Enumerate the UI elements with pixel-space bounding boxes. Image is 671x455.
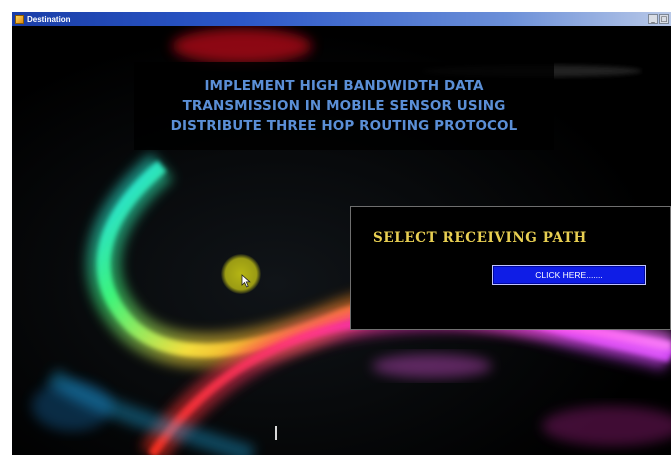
maximize-button[interactable]: □: [659, 14, 669, 24]
destination-window: Destination _ □ IMPLEMENT HIGH BANDWIDTH…: [12, 12, 671, 455]
heading-line-1: IMPLEMENT HIGH BANDWIDTH DATA: [204, 78, 484, 94]
title-bar[interactable]: Destination _ □: [12, 12, 671, 26]
app-heading: IMPLEMENT HIGH BANDWIDTH DATA TRANSMISSI…: [134, 62, 554, 150]
panel-title: SELECT RECEIVING PATH: [373, 230, 587, 246]
mouse-pointer-icon: [241, 274, 251, 288]
heading-line-2: TRANSMISSION IN MOBILE SENSOR USING: [182, 98, 506, 114]
minimize-button[interactable]: _: [648, 14, 658, 24]
text-caret: [275, 426, 277, 440]
receiving-path-panel: SELECT RECEIVING PATH CLICK HERE.......: [350, 206, 671, 330]
window-title: Destination: [27, 14, 71, 24]
client-area: IMPLEMENT HIGH BANDWIDTH DATA TRANSMISSI…: [12, 26, 671, 455]
click-here-button[interactable]: CLICK HERE.......: [492, 265, 646, 285]
heading-line-3: DISTRIBUTE THREE HOP ROUTING PROTOCOL: [170, 118, 518, 134]
app-icon: [15, 14, 24, 24]
